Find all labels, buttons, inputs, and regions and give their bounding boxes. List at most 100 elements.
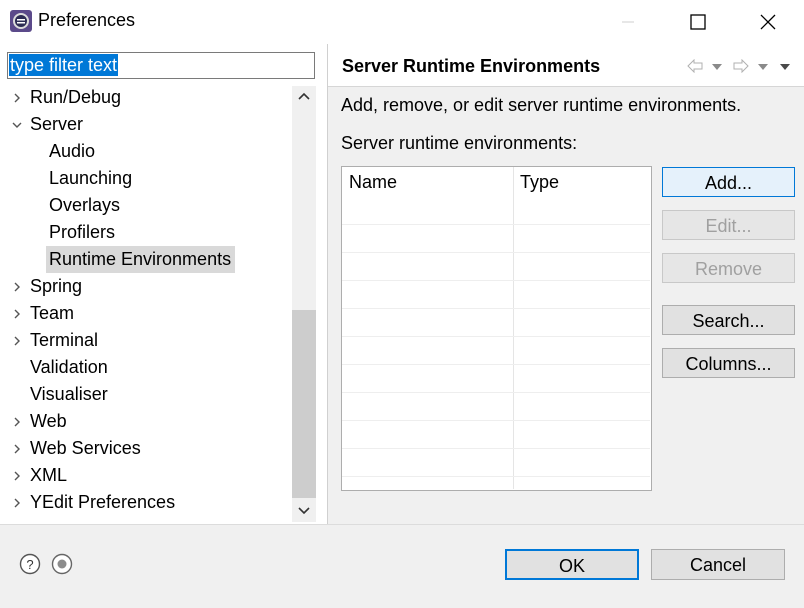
tree-item[interactable]: Validation	[27, 354, 112, 381]
close-button[interactable]	[745, 0, 791, 44]
column-separator	[513, 167, 514, 489]
tree-item[interactable]: Launching	[46, 165, 136, 192]
table-row	[342, 336, 650, 337]
tree-item-label: XML	[30, 465, 68, 485]
chevron-right-icon	[14, 309, 20, 318]
tree-item[interactable]: Spring	[27, 273, 86, 300]
chevron-down-icon	[298, 507, 310, 515]
chevron-right-icon	[14, 336, 20, 345]
help-icon: ?	[19, 553, 41, 575]
tree-collapsed-toggle[interactable]	[11, 273, 23, 300]
import-export-button[interactable]	[51, 553, 73, 580]
table-row	[342, 280, 650, 281]
scroll-down-button[interactable]	[296, 503, 312, 524]
tree-expanded-toggle[interactable]	[11, 111, 23, 138]
tree-collapsed-toggle[interactable]	[11, 327, 23, 354]
chevron-right-icon	[14, 282, 20, 291]
back-history-dropdown[interactable]	[711, 57, 723, 78]
chevron-right-icon	[14, 417, 20, 426]
tree-item[interactable]: Web	[27, 408, 71, 435]
tree-item-label: Web	[30, 411, 67, 431]
ok-button[interactable]: OK	[505, 549, 639, 580]
page-description: Add, remove, or edit server runtime envi…	[341, 95, 742, 115]
table-row	[342, 476, 650, 477]
tree-item[interactable]: XML	[27, 462, 71, 489]
tree-item[interactable]: Run/Debug	[27, 84, 125, 111]
columns-button[interactable]: Columns...	[662, 348, 795, 378]
tree-collapsed-toggle[interactable]	[11, 489, 23, 516]
tree-item-label: Server	[30, 114, 84, 134]
help-button[interactable]: ?	[19, 553, 41, 580]
tree-item-label: Visualiser	[30, 384, 108, 404]
table-row	[342, 252, 650, 253]
tree-item[interactable]: Server	[27, 111, 87, 138]
dropdown-triangle-icon	[712, 64, 722, 70]
tree-collapsed-toggle[interactable]	[11, 462, 23, 489]
tree-item-label: Spring	[30, 276, 83, 296]
tree-collapsed-toggle[interactable]	[11, 300, 23, 327]
edit-button[interactable]: Edit...	[662, 210, 795, 240]
forward-button[interactable]	[733, 57, 749, 78]
table-row	[342, 308, 650, 309]
cancel-button[interactable]: Cancel	[651, 549, 785, 580]
runtime-list-label: Server runtime environments:	[341, 133, 578, 153]
tree-item[interactable]: YEdit Preferences	[27, 489, 179, 516]
tree-item[interactable]: Terminal	[27, 327, 102, 354]
search-button[interactable]: Search...	[662, 305, 795, 335]
tree-item[interactable]: Audio	[46, 138, 99, 165]
close-icon	[760, 14, 776, 30]
dropdown-triangle-icon	[758, 64, 768, 70]
tree-item-label: Launching	[49, 168, 133, 188]
scrollbar-thumb[interactable]	[292, 310, 316, 498]
chevron-right-icon	[14, 93, 20, 102]
tree-item[interactable]: Runtime Environments	[46, 246, 236, 273]
tree-item-label: YEdit Preferences	[30, 492, 176, 512]
tree-item-label: Validation	[30, 357, 108, 377]
tree-collapsed-toggle[interactable]	[11, 435, 23, 462]
maximize-icon	[690, 14, 706, 30]
remove-button[interactable]: Remove	[662, 253, 795, 283]
tree-item-label: Audio	[49, 141, 96, 161]
chevron-right-icon	[14, 498, 20, 507]
chevron-right-icon	[14, 471, 20, 480]
column-header-name[interactable]: Name	[349, 172, 397, 193]
table-row	[342, 364, 650, 365]
runtime-environments-table[interactable]	[341, 166, 652, 491]
table-row	[342, 420, 650, 421]
scroll-up-button[interactable]	[296, 88, 312, 109]
back-button[interactable]	[687, 57, 703, 78]
svg-text:?: ?	[26, 557, 33, 572]
window-title: Preferences	[38, 10, 136, 30]
table-row	[342, 448, 650, 449]
arrow-left-icon	[687, 58, 703, 74]
tree-item[interactable]: Profilers	[46, 219, 119, 246]
import-export-icon	[51, 553, 73, 575]
forward-history-dropdown[interactable]	[757, 57, 769, 78]
filter-input-text: type filter text	[9, 54, 119, 76]
add-button[interactable]: Add...	[662, 167, 795, 197]
tree-item[interactable]: Visualiser	[27, 381, 112, 408]
column-header-type[interactable]: Type	[520, 172, 559, 193]
tree-item[interactable]: Web Services	[27, 435, 145, 462]
eclipse-app-icon	[9, 9, 33, 33]
view-menu-icon	[780, 64, 790, 70]
tree-item-label: Web Services	[30, 438, 141, 458]
view-menu-button[interactable]	[779, 57, 791, 78]
tree-item-label: Run/Debug	[30, 87, 122, 107]
table-row	[342, 224, 650, 225]
chevron-up-icon	[298, 92, 310, 100]
tree-item-label: Runtime Environments	[49, 249, 232, 269]
tree-collapsed-toggle[interactable]	[11, 408, 23, 435]
maximize-button[interactable]	[675, 0, 721, 44]
tree-item[interactable]: Team	[27, 300, 78, 327]
minimize-button[interactable]	[605, 0, 651, 44]
table-row	[342, 392, 650, 393]
tree-item-label: Terminal	[30, 330, 99, 350]
tree-item-label: Overlays	[49, 195, 121, 215]
tree-item-label: Profilers	[49, 222, 116, 242]
chevron-right-icon	[14, 444, 20, 453]
minimize-icon	[622, 21, 634, 23]
tree-item[interactable]: Overlays	[46, 192, 124, 219]
tree-collapsed-toggle[interactable]	[11, 84, 23, 111]
page-title: Server Runtime Environments	[342, 56, 601, 76]
